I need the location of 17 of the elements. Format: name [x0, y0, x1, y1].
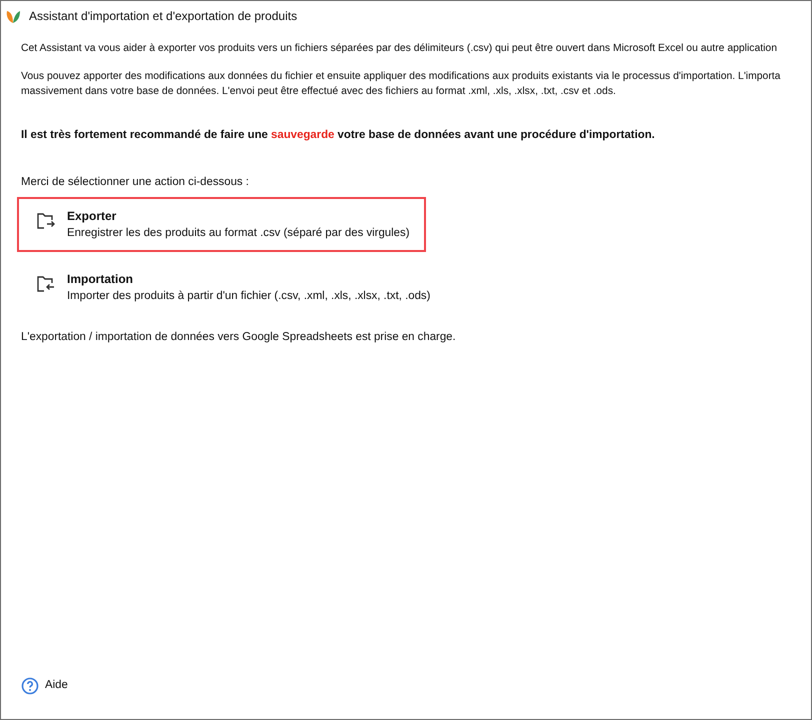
action-option[interactable]: Exporter Enregistrer les des produits au format .csv (séparé par des virgules) — [17, 196, 426, 252]
help-icon — [21, 677, 39, 695]
action-option[interactable]: Importation Importer des produits à partir d'un fichier (.csv, .xml, .xls, .xlsx, .txt, .ods) — [17, 260, 446, 316]
folder-arrow-icon — [35, 210, 57, 231]
intro-text: Cet Assistant va vous aider à exporter vos produits vers un fichiers séparées par des délimiteurs (.csv) qui peut être ouvert dans Microsoft Excel ou autre application — [21, 42, 777, 56]
prompt-text: Merci de sélectionner une action ci-dessous : — [21, 174, 249, 190]
note-text: L'exportation / importation de données vers Google Spreadsheets est prise en charge. — [21, 330, 456, 346]
help-link[interactable]: Aide — [21, 677, 68, 695]
window-title: Assistant d'importation et d'exportation de produits — [29, 8, 298, 24]
action-title: Importation — [67, 270, 134, 288]
action-title: Exporter — [67, 208, 118, 225]
intro-text: massivement dans votre base de données. L'envoi peut être effectué avec des fichiers au format .xml, .xls, .xlsx, .txt, .csv et .ods. — [21, 84, 616, 99]
warning-text: Il est très fortement recommandé de faire une sauvegarde votre base de données avant une procédure d'importation. — [21, 128, 655, 143]
intro-text: Vous pouvez apporter des modifications aux données du fichier et ensuite appliquer des modifications aux produits existants via le processus d'importation. L'importa — [21, 70, 780, 84]
action-description: Enregistrer les des produits au format .csv (séparé par des virgules) — [67, 226, 410, 241]
action-description: Importer des produits à partir d'un fichier (.csv, .xml, .xls, .xlsx, .txt, .ods) — [67, 288, 430, 304]
folder-arrow-icon — [35, 274, 57, 294]
